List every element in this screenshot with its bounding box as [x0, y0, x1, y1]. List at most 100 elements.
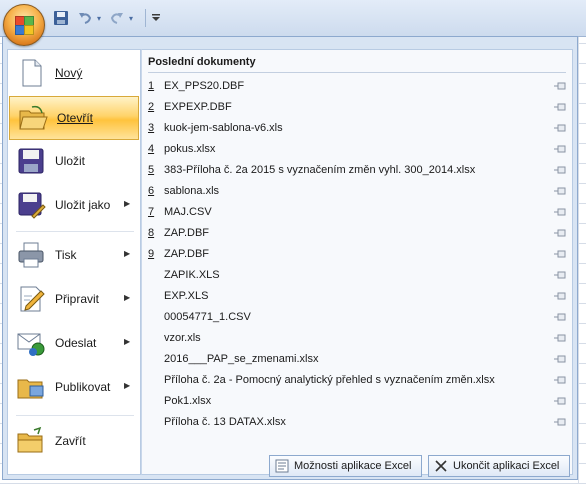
recent-document-name: 383-Příloha č. 2a 2015 s vyznačením změn… — [164, 164, 476, 176]
recent-document-item[interactable]: 2 EXPEXP.DBF — [148, 97, 568, 117]
recent-document-number: 8 — [148, 227, 155, 239]
recent-document-name: EX_PPS20.DBF — [164, 80, 245, 92]
recent-document-number: 9 — [148, 248, 155, 260]
pin-icon[interactable] — [554, 292, 566, 300]
recent-document-item[interactable]: Příloha č. 2a - Pomocný analytický přehl… — [148, 370, 568, 390]
recent-document-number: 6 — [148, 185, 155, 197]
recent-document-number: 3 — [148, 122, 155, 134]
menu-divider — [16, 231, 134, 232]
menu-item-open[interactable]: Otevřít — [9, 96, 139, 140]
menu-item-print[interactable]: Tisk ▶ — [8, 234, 140, 278]
recent-document-item[interactable]: 8 ZAP.DBF — [148, 223, 568, 243]
menu-item-save-as[interactable]: Uložit jako ▶ — [8, 184, 140, 228]
recent-document-name: MAJ.CSV — [164, 206, 212, 218]
menu-item-close[interactable]: Zavřít — [8, 420, 140, 464]
recent-document-name: 2016___PAP_se_zmenami.xlsx — [164, 353, 319, 365]
pin-icon[interactable] — [554, 334, 566, 342]
close-folder-icon — [17, 426, 43, 453]
menu-item-save[interactable]: Uložit — [8, 140, 140, 184]
submenu-arrow-icon: ▶ — [124, 381, 131, 390]
chevron-down-icon[interactable] — [150, 9, 162, 27]
pin-icon[interactable] — [554, 82, 566, 90]
menu-item-publish[interactable]: Publikovat ▶ — [8, 366, 140, 410]
pin-icon[interactable] — [554, 208, 566, 216]
menu-item-label: Připravit — [55, 292, 100, 306]
recent-document-item[interactable]: vzor.xls — [148, 328, 568, 348]
recent-document-item[interactable]: 4 pokus.xlsx — [148, 139, 568, 159]
pin-icon[interactable] — [554, 397, 566, 405]
recent-document-number: 2 — [148, 101, 155, 113]
recent-document-name: ZAP.DBF — [164, 248, 210, 260]
menu-divider — [16, 415, 134, 416]
recent-document-item[interactable]: 2016___PAP_se_zmenami.xlsx — [148, 349, 568, 369]
menu-item-label: Nový — [55, 66, 83, 80]
submenu-arrow-icon: ▶ — [124, 249, 131, 258]
pin-icon[interactable] — [554, 187, 566, 195]
office-logo-icon — [15, 16, 34, 35]
recent-document-item[interactable]: ZAPIK.XLS — [148, 265, 568, 285]
exit-excel-label: Ukončit aplikaci Excel — [453, 460, 560, 472]
redo-icon[interactable] — [108, 9, 126, 27]
recent-document-item[interactable]: Pok1.xlsx — [148, 391, 568, 411]
recent-document-number: 4 — [148, 143, 155, 155]
new-document-icon — [22, 59, 42, 87]
menu-item-label: Odeslat — [55, 336, 97, 350]
recent-documents-pane: Poslední dokumenty 1 EX_PPS20.DBF 2 EXPEXP.… — [141, 49, 573, 475]
submenu-arrow-icon: ▶ — [124, 199, 131, 208]
undo-dropdown-icon[interactable]: ▾ — [94, 9, 104, 27]
recent-document-name: Příloha č. 13 DATAX.xlsx — [164, 416, 286, 428]
save-as-icon — [18, 192, 46, 219]
pin-icon[interactable] — [554, 103, 566, 111]
menu-item-label: Zavřít — [55, 434, 86, 448]
recent-document-item[interactable]: 3 kuok-jem-sablona-v6.xls — [148, 118, 568, 138]
title-divider — [148, 72, 566, 73]
recent-document-number: 7 — [148, 206, 155, 218]
exit-excel-button[interactable]: Ukončit aplikaci Excel — [428, 455, 570, 477]
close-icon — [435, 460, 447, 472]
recent-document-item[interactable]: 7 MAJ.CSV — [148, 202, 568, 222]
pin-icon[interactable] — [554, 376, 566, 384]
save-icon[interactable] — [52, 9, 70, 27]
undo-icon[interactable] — [76, 9, 94, 27]
recent-document-item[interactable]: 6 sablona.xls — [148, 181, 568, 201]
recent-document-number: 1 — [148, 80, 155, 92]
save-disk-icon — [18, 148, 44, 174]
pin-icon[interactable] — [554, 313, 566, 321]
recent-document-item[interactable]: 5 383-Příloha č. 2a 2015 s vyznačením změ… — [148, 160, 568, 180]
redo-dropdown-icon[interactable]: ▾ — [126, 9, 136, 27]
submenu-arrow-icon: ▶ — [124, 337, 131, 346]
toolbar-separator — [145, 9, 146, 27]
pin-icon[interactable] — [554, 271, 566, 279]
recent-document-item[interactable]: 1 EX_PPS20.DBF — [148, 76, 568, 96]
recent-document-item[interactable]: EXP.XLS — [148, 286, 568, 306]
recent-document-name: EXPEXP.DBF — [164, 101, 232, 113]
office-menu: Nový Otevřít Uložit Uložit jako ▶ Tisk ▶… — [2, 36, 578, 480]
menu-item-label: Uložit — [55, 154, 86, 168]
send-icon — [17, 333, 45, 356]
recent-document-name: Příloha č. 2a - Pomocný analytický přehl… — [164, 374, 495, 386]
recent-document-item[interactable]: 00054771_1.CSV — [148, 307, 568, 327]
quick-access-toolbar: ▾ ▾ — [0, 0, 586, 37]
pin-icon[interactable] — [554, 124, 566, 132]
open-folder-icon — [19, 105, 48, 130]
pin-icon[interactable] — [554, 145, 566, 153]
grid-line — [578, 30, 579, 484]
pin-icon[interactable] — [554, 355, 566, 363]
menu-item-new[interactable]: Nový — [8, 52, 140, 96]
menu-item-label: Publikovat — [55, 380, 111, 394]
menu-commands-pane: Nový Otevřít Uložit Uložit jako ▶ Tisk ▶… — [7, 49, 141, 475]
excel-options-button[interactable]: Možnosti aplikace Excel — [269, 455, 422, 477]
pin-icon[interactable] — [554, 166, 566, 174]
office-button[interactable] — [3, 4, 45, 46]
printer-icon — [18, 242, 44, 268]
recent-documents-title: Poslední dokumenty — [148, 56, 256, 68]
pin-icon[interactable] — [554, 250, 566, 258]
pin-icon[interactable] — [554, 229, 566, 237]
recent-document-name: ZAP.DBF — [164, 227, 210, 239]
menu-item-prepare[interactable]: Připravit ▶ — [8, 278, 140, 322]
excel-options-label: Možnosti aplikace Excel — [294, 460, 412, 472]
pin-icon[interactable] — [554, 418, 566, 426]
recent-document-item[interactable]: Příloha č. 13 DATAX.xlsx — [148, 412, 568, 432]
recent-document-item[interactable]: 9 ZAP.DBF — [148, 244, 568, 264]
menu-item-send[interactable]: Odeslat ▶ — [8, 322, 140, 366]
